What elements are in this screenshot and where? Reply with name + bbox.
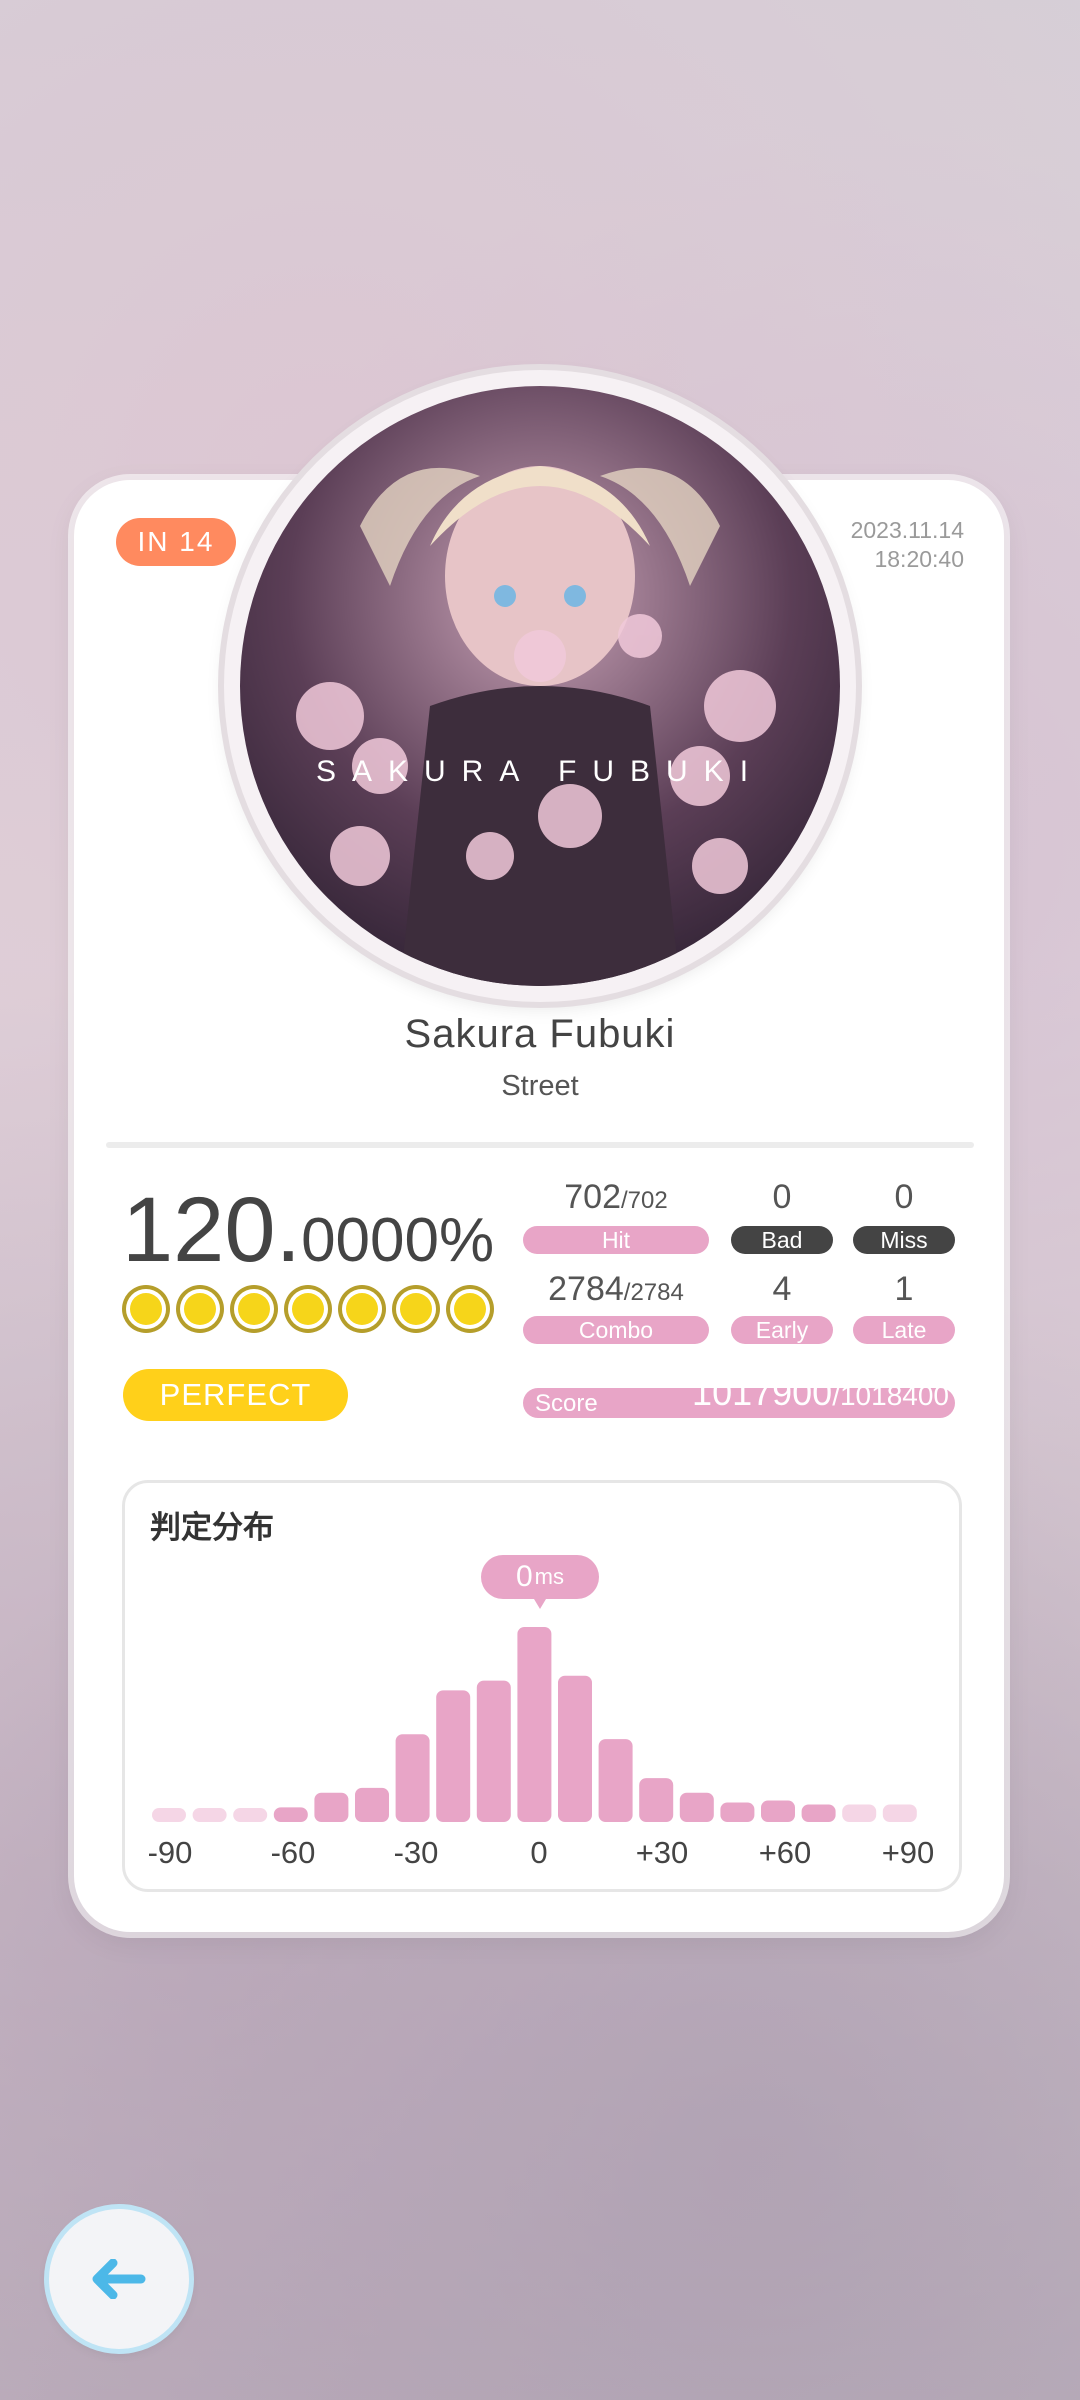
accuracy: 120.0000% [122,1178,494,1283]
difficulty-badge: IN 14 [116,518,236,566]
bad-label: Bad [731,1226,833,1254]
star-rating [126,1289,490,1329]
star-icon [288,1289,328,1329]
histogram-tick-label: +30 [635,1835,689,1870]
histogram-bar [233,1808,268,1822]
histogram-tick-label: +60 [758,1835,812,1870]
combo-label: Combo [523,1316,709,1344]
song-jacket: SAKURA FUBUKI [224,370,856,1002]
hit-value: 702 [564,1178,621,1216]
histogram-bar [720,1802,755,1822]
histogram-bar [273,1807,308,1822]
histogram-tick-label: -30 [393,1835,439,1870]
score-value: 1017900/1018400 [692,1372,949,1414]
histogram-bar [314,1792,349,1822]
late-count: 1 [894,1270,914,1308]
histogram-bar [761,1800,795,1822]
timing-marker-value: 0 [515,1560,533,1593]
histogram-bar [679,1792,714,1822]
song-title: Sakura Fubuki [404,1012,676,1056]
miss-count: 0 [894,1178,914,1216]
hit-count: 702/702 [523,1178,709,1217]
score-max: /1018400 [832,1380,949,1411]
combo-total: /2784 [623,1279,684,1306]
back-button[interactable] [49,2209,189,2349]
hit-label: Hit [523,1226,709,1254]
star-icon [180,1289,220,1329]
rank-badge: PERFECT [123,1369,348,1421]
combo-count: 2784/2784 [523,1270,709,1309]
early-label: Early [731,1316,833,1344]
histogram-tick-label: +90 [881,1835,935,1870]
histogram-tick-label: -90 [147,1835,193,1870]
combo-value: 2784 [548,1270,624,1308]
score-label: Score [535,1390,598,1417]
timing-marker-unit: ms [534,1564,564,1589]
play-date: 2023.11.14 [850,517,964,543]
histogram-bar [517,1627,552,1822]
histogram-tick-label: -60 [270,1835,316,1870]
timing-histogram [152,1627,917,1822]
histogram-bar [192,1808,227,1822]
histogram-bar [476,1680,511,1822]
distribution-title: 判定分布 [150,1510,274,1546]
score-current: 1017900 [692,1372,833,1413]
late-label: Late [853,1316,955,1344]
histogram-bar [152,1808,186,1822]
histogram-bar [436,1690,471,1822]
early-count: 4 [772,1270,792,1308]
accuracy-decimal: 0000% [301,1206,495,1275]
star-icon [396,1289,436,1329]
histogram-bar [842,1804,877,1822]
histogram-bar [801,1804,836,1822]
histogram-bar [639,1778,674,1822]
divider [106,1142,974,1148]
histogram-tick-label: 0 [530,1835,548,1870]
arrow-left-icon [92,2259,146,2299]
song-genre: Street [501,1070,579,1102]
accuracy-integer: 120. [122,1179,302,1281]
timing-marker: 0 ms [481,1555,599,1609]
jacket-title-text: SAKURA FUBUKI [316,755,764,788]
miss-label: Miss [853,1226,955,1254]
histogram-bar [558,1675,592,1822]
histogram-bar [355,1787,389,1822]
play-datetime: 2023.11.14 18:20:40 [851,516,964,574]
histogram-bar [395,1734,430,1822]
star-icon [126,1289,166,1329]
histogram-bar [598,1739,633,1822]
hit-total: /702 [621,1187,668,1214]
star-icon [450,1289,490,1329]
histogram-bar [882,1804,917,1822]
play-time: 18:20:40 [874,546,964,572]
star-icon [234,1289,274,1329]
star-icon [342,1289,382,1329]
bad-count: 0 [772,1178,792,1216]
jacket-artwork: SAKURA FUBUKI [240,386,840,986]
